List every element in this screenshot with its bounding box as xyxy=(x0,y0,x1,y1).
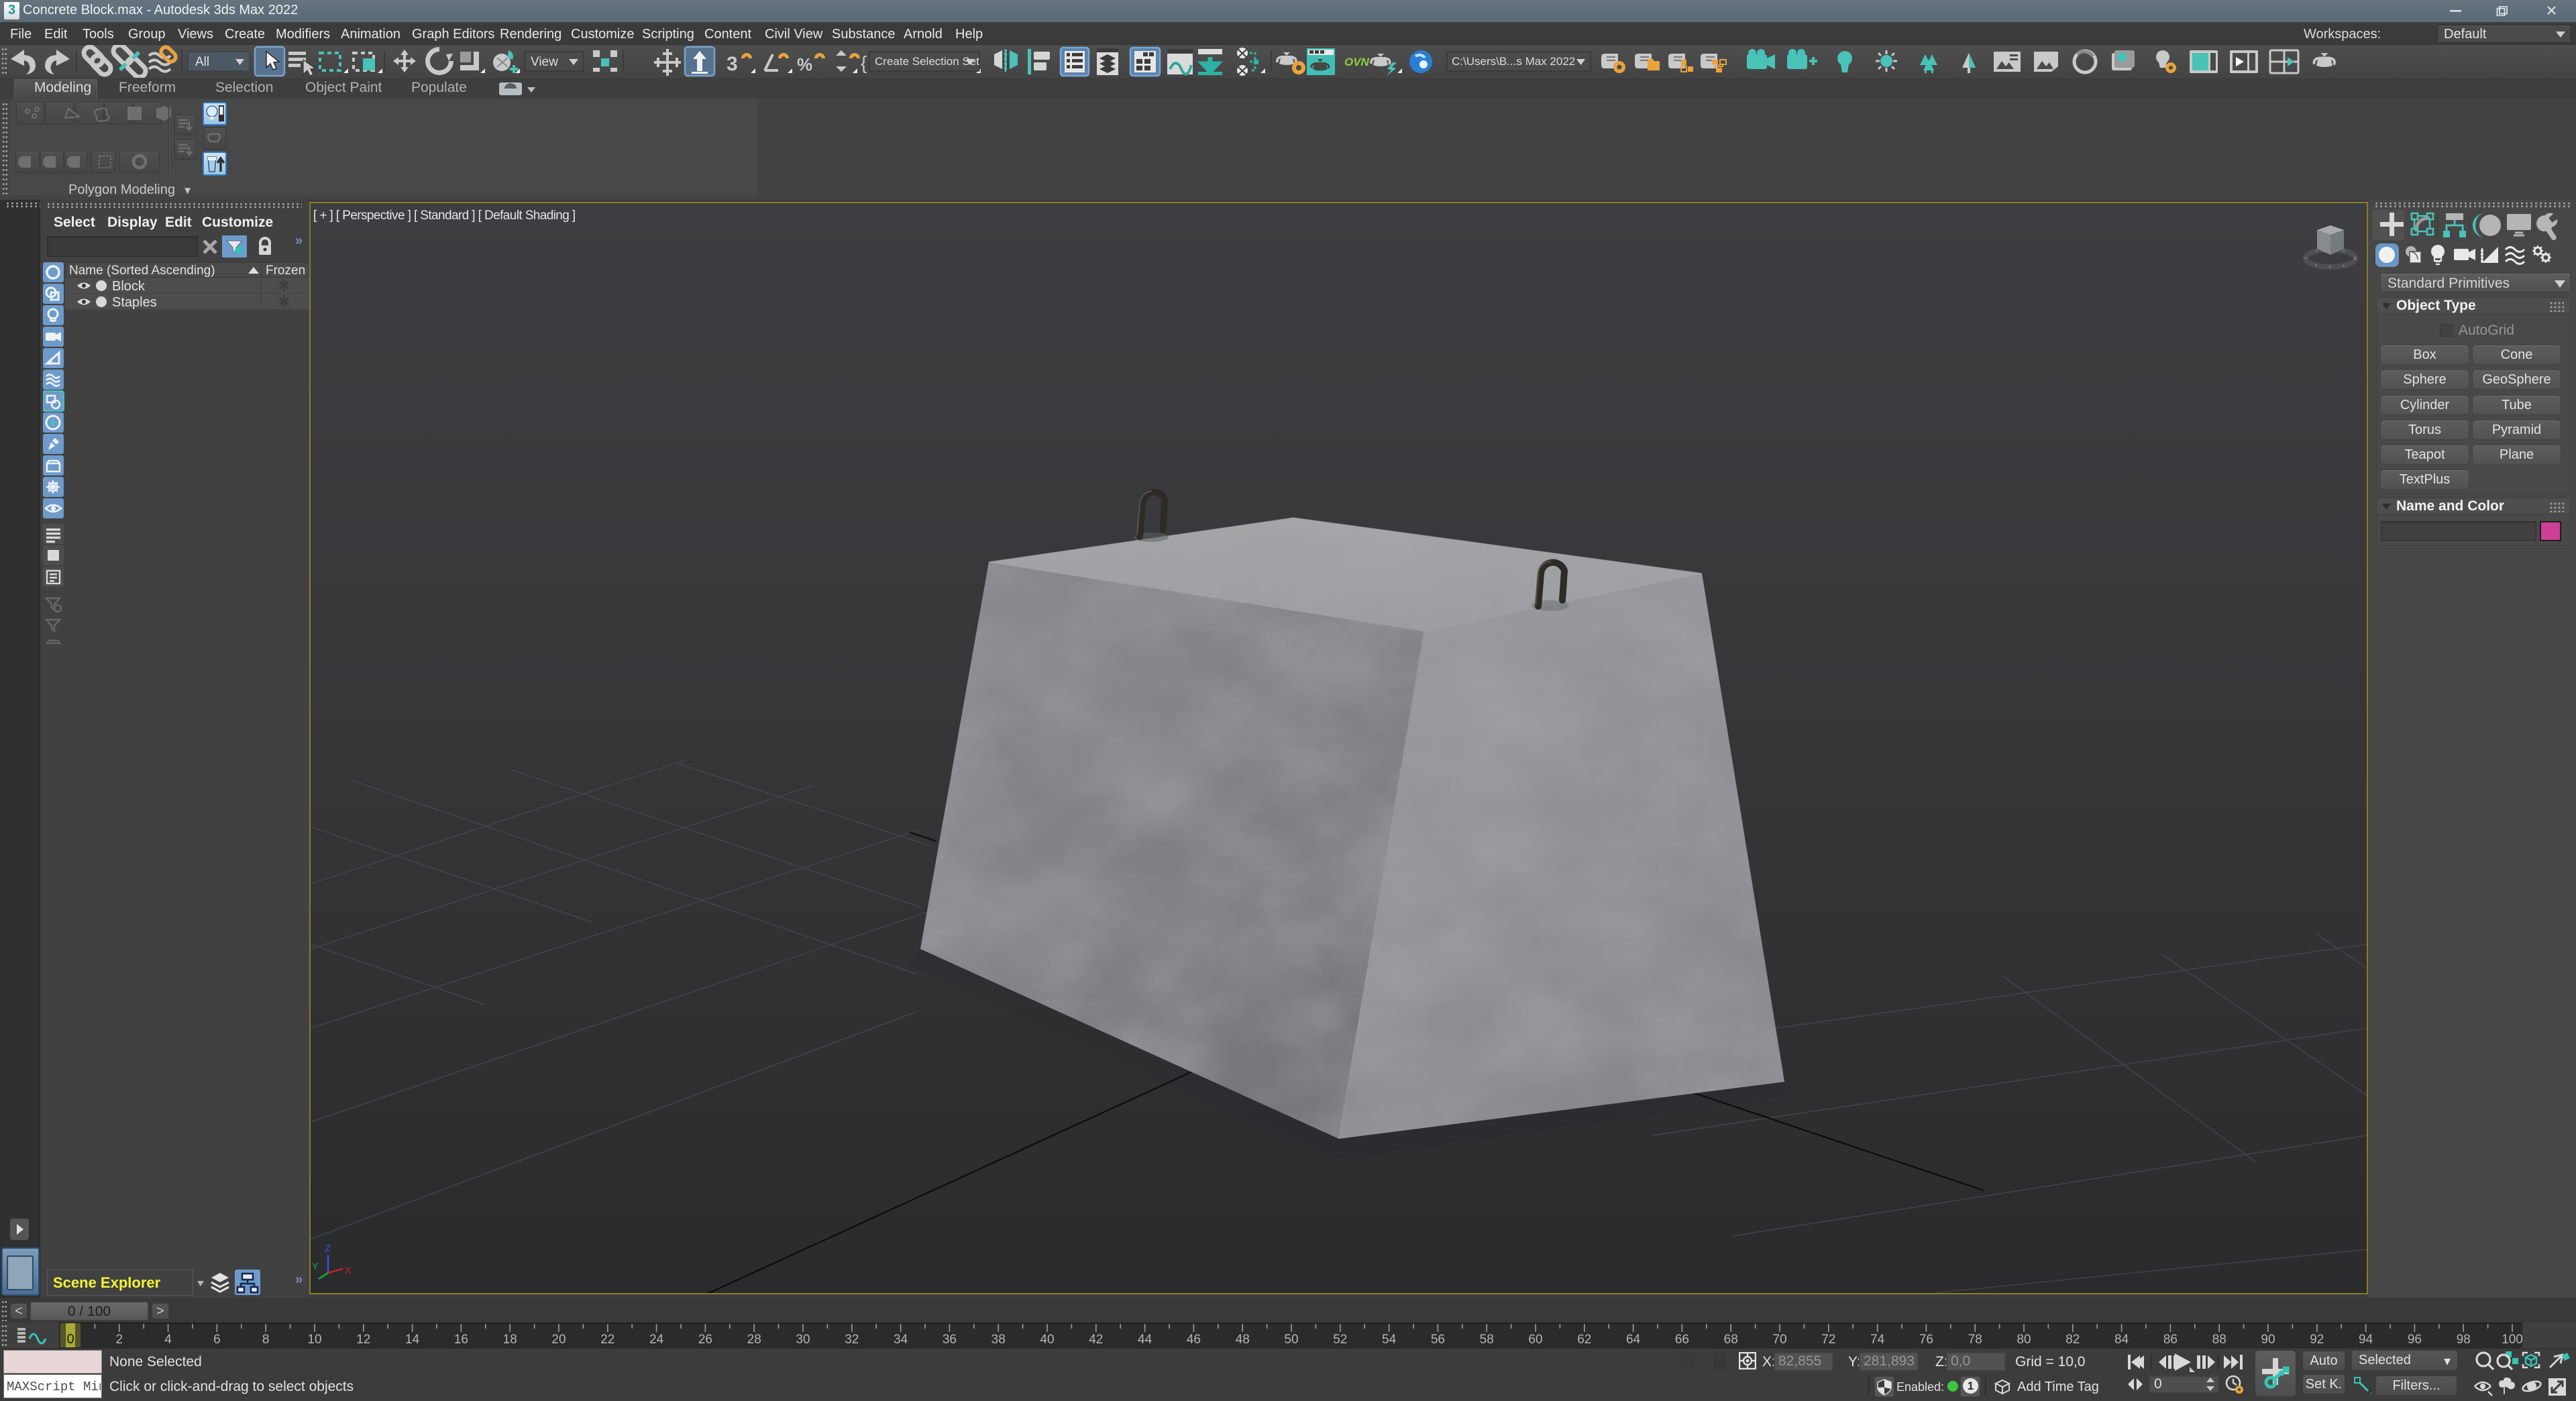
svg-text:88: 88 xyxy=(2212,1333,2226,1347)
svg-text:18: 18 xyxy=(503,1333,517,1347)
svg-text:52: 52 xyxy=(1333,1333,1347,1347)
svg-text:0: 0 xyxy=(66,1332,74,1347)
svg-text:48: 48 xyxy=(1236,1333,1250,1347)
svg-text:Z: Z xyxy=(325,1243,331,1254)
svg-text:100: 100 xyxy=(2502,1333,2523,1347)
svg-text:32: 32 xyxy=(845,1333,859,1347)
svg-text:8: 8 xyxy=(262,1333,270,1347)
svg-text:%: % xyxy=(797,54,812,74)
svg-text:OVN: OVN xyxy=(1344,56,1370,68)
svg-text:20: 20 xyxy=(551,1333,566,1347)
svg-text:86: 86 xyxy=(2163,1333,2178,1347)
svg-text:74: 74 xyxy=(1870,1333,1885,1347)
svg-text:26: 26 xyxy=(698,1333,712,1347)
svg-text:Y: Y xyxy=(312,1261,319,1272)
svg-text:40: 40 xyxy=(1040,1333,1054,1347)
svg-text:C:\Users\B...s Max 2022: C:\Users\B...s Max 2022 xyxy=(1452,55,1575,68)
svg-text:6: 6 xyxy=(213,1333,221,1347)
svg-text:3: 3 xyxy=(727,53,738,75)
svg-text:Create Selection Set: Create Selection Set xyxy=(875,55,979,68)
svg-text:90: 90 xyxy=(2261,1333,2275,1347)
svg-text:{: { xyxy=(861,52,867,73)
svg-text:64: 64 xyxy=(1626,1333,1641,1347)
svg-text:12: 12 xyxy=(356,1333,370,1347)
svg-text:82: 82 xyxy=(2065,1333,2080,1347)
svg-text:92: 92 xyxy=(2310,1333,2324,1347)
svg-text:66: 66 xyxy=(1675,1333,1689,1347)
svg-text:10: 10 xyxy=(307,1333,321,1347)
svg-text:36: 36 xyxy=(943,1333,957,1347)
svg-text:58: 58 xyxy=(1480,1333,1494,1347)
svg-text:62: 62 xyxy=(1577,1333,1591,1347)
svg-text:24: 24 xyxy=(649,1333,664,1347)
svg-text:72: 72 xyxy=(1821,1333,1835,1347)
svg-text:76: 76 xyxy=(1919,1333,1933,1347)
svg-text:98: 98 xyxy=(2457,1333,2471,1347)
svg-text:View: View xyxy=(531,55,558,69)
svg-text:80: 80 xyxy=(2017,1333,2031,1347)
svg-text:28: 28 xyxy=(747,1333,761,1347)
svg-text:78: 78 xyxy=(1968,1333,1982,1347)
svg-text:94: 94 xyxy=(2359,1333,2373,1347)
svg-text:38: 38 xyxy=(991,1333,1006,1347)
svg-text:46: 46 xyxy=(1187,1333,1201,1347)
svg-text:16: 16 xyxy=(454,1333,468,1347)
svg-text:68: 68 xyxy=(1724,1333,1738,1347)
svg-text:30: 30 xyxy=(796,1333,810,1347)
svg-text:2: 2 xyxy=(116,1333,123,1347)
svg-text:84: 84 xyxy=(2114,1333,2129,1347)
svg-text:14: 14 xyxy=(405,1333,420,1347)
svg-text:96: 96 xyxy=(2408,1333,2422,1347)
svg-text:34: 34 xyxy=(894,1333,908,1347)
svg-text:All: All xyxy=(195,55,209,69)
svg-text:70: 70 xyxy=(1772,1333,1786,1347)
svg-text:22: 22 xyxy=(600,1333,614,1347)
svg-text:42: 42 xyxy=(1089,1333,1103,1347)
svg-text:54: 54 xyxy=(1382,1333,1397,1347)
svg-text:50: 50 xyxy=(1284,1333,1298,1347)
svg-text:44: 44 xyxy=(1138,1333,1152,1347)
svg-text:4: 4 xyxy=(164,1333,172,1347)
svg-text:56: 56 xyxy=(1431,1333,1445,1347)
svg-text:X: X xyxy=(345,1265,352,1276)
svg-text:60: 60 xyxy=(1528,1333,1542,1347)
